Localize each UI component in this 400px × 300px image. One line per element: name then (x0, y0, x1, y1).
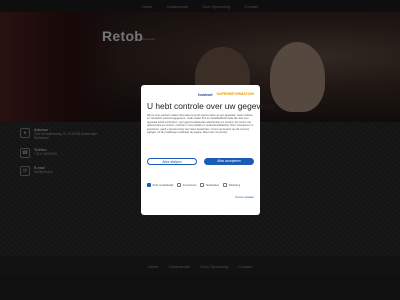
consent-title: U hebt controle over uw gegevens (147, 101, 275, 111)
consent-checkbox-necessary[interactable]: Strikt noodzakelijk (147, 183, 173, 187)
hostnet-logo: hostnet (198, 91, 213, 97)
checkbox-label: Statistieken (205, 183, 220, 187)
consent-checkbox-marketing[interactable]: Marketing (223, 183, 240, 187)
consent-body: Wij en onze partners slaan informatie op… (147, 114, 254, 135)
checkbox-label: Functioneel (182, 183, 197, 187)
accept-all-button[interactable]: Alles accepteren (204, 158, 254, 165)
checkbox-label: Strikt noodzakelijk (152, 183, 174, 187)
consent-checkbox-functional[interactable]: Functioneel (177, 183, 196, 187)
consent-categories: Strikt noodzakelijk Functioneel Statisti… (147, 183, 254, 187)
consent-checkbox-statistics[interactable]: Statistieken (200, 183, 219, 187)
consent-logos: hostnet SUPERINFORMATION (147, 89, 254, 99)
checkbox-icon (223, 183, 228, 187)
checkbox-icon (147, 183, 151, 187)
partner-logo: SUPERINFORMATION (216, 92, 254, 96)
save-choices-link[interactable]: Keuze opslaan (147, 195, 254, 199)
decline-all-button[interactable]: Alles afwijzen (147, 158, 197, 165)
checkbox-icon (177, 183, 182, 187)
consent-buttons: Alles afwijzen Alles accepteren (147, 158, 254, 165)
checkbox-icon (200, 183, 205, 187)
consent-dialog: hostnet SUPERINFORMATION U hebt controle… (141, 85, 275, 215)
checkbox-label: Marketing (228, 183, 241, 187)
